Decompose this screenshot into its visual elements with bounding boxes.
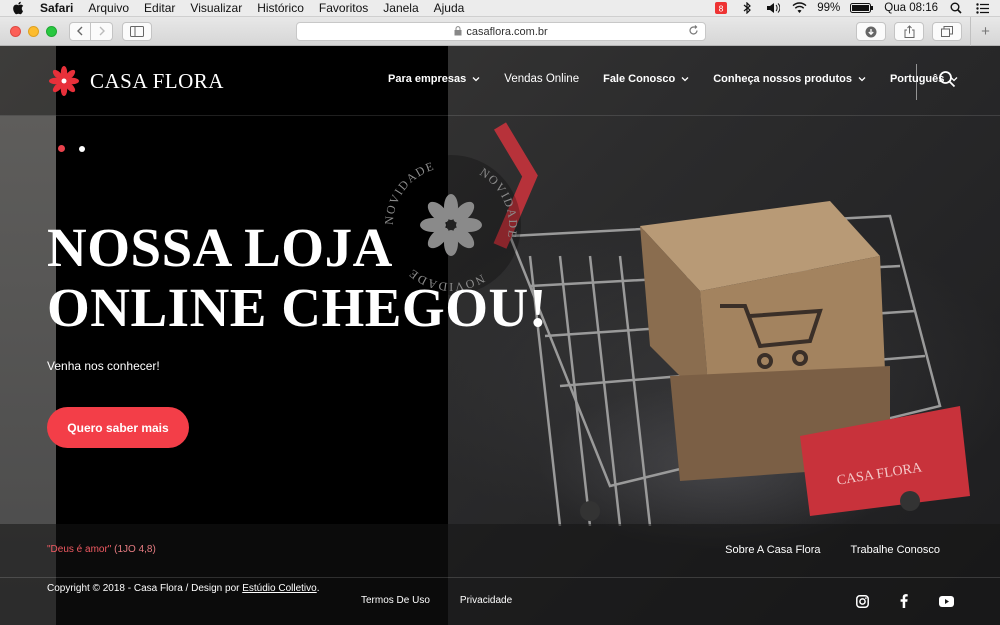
volume-icon[interactable] (765, 1, 781, 15)
menu-visualizar[interactable]: Visualizar (190, 1, 242, 15)
web-page: CASA FLORA CASA FLORA Para empresas Vend… (0, 46, 1000, 625)
apple-icon[interactable] (12, 1, 26, 15)
window-controls (10, 25, 57, 37)
search-icon (939, 71, 956, 88)
new-tab-button[interactable]: + (970, 17, 1000, 46)
instagram-icon[interactable] (854, 593, 870, 609)
tabs-icon (941, 26, 953, 37)
menu-historico[interactable]: Histórico (257, 1, 304, 15)
menu-editar[interactable]: Editar (144, 1, 175, 15)
back-button[interactable] (69, 21, 91, 41)
main-nav: Para empresas Vendas Online Fale Conosco… (388, 73, 982, 85)
chevron-left-icon (77, 26, 83, 36)
url-text: casaflora.com.br (466, 25, 548, 38)
social-links (854, 593, 954, 609)
adobe-icon[interactable]: 8 (713, 1, 729, 15)
chevron-right-icon (99, 26, 105, 36)
chevron-down-icon (681, 77, 689, 82)
flower-logo-icon (49, 66, 79, 96)
logo-text: CASA FLORA (90, 68, 224, 93)
toolbar-right-buttons (856, 22, 962, 41)
studio-link[interactable]: Estúdio Colletivo (242, 583, 316, 594)
download-icon (865, 26, 877, 37)
site-footer: "Deus é amor" (1JO 4,8) Sobre A Casa Flo… (0, 524, 1000, 625)
nav-para-empresas[interactable]: Para empresas (388, 73, 480, 85)
menubar-clock[interactable]: Qua 08:16 (884, 2, 938, 14)
chevron-down-icon (472, 77, 480, 82)
footer-link-termos[interactable]: Termos De Uso (361, 595, 430, 606)
svg-text:8: 8 (719, 5, 724, 14)
facebook-icon[interactable] (896, 593, 912, 609)
menu-janela[interactable]: Janela (383, 1, 418, 15)
nav-label: Fale Conosco (603, 73, 676, 85)
menu-ajuda[interactable]: Ajuda (434, 1, 465, 15)
hero-title-line2: ONLINE CHEGOU! (47, 277, 548, 338)
history-nav (69, 21, 113, 41)
search-button[interactable] (938, 70, 956, 88)
safari-toolbar: casaflora.com.br + (0, 17, 1000, 46)
lock-icon (454, 25, 462, 38)
menu-safari[interactable]: Safari (40, 1, 73, 15)
battery-icon[interactable] (850, 1, 874, 15)
site-header: CASA FLORA Para empresas Vendas Online F… (0, 46, 1000, 116)
quote-text: "Deus é amor" (47, 544, 112, 555)
youtube-icon[interactable] (938, 593, 954, 609)
hero-title: NOSSA LOJA ONLINE CHEGOU! (47, 218, 607, 338)
plus-icon: + (981, 23, 990, 40)
address-bar[interactable]: casaflora.com.br (296, 22, 706, 41)
wifi-icon[interactable] (791, 1, 807, 15)
zoom-window-button[interactable] (46, 25, 57, 37)
footer-copyright: Copyright © 2018 - Casa Flora / Design p… (47, 583, 320, 594)
chevron-down-icon (858, 77, 866, 82)
tabs-overview-button[interactable] (932, 22, 962, 41)
spotlight-icon[interactable] (948, 1, 964, 15)
nav-fale-conosco[interactable]: Fale Conosco (603, 73, 689, 85)
slide-dot-2[interactable] (79, 145, 85, 152)
site-logo[interactable]: CASA FLORA (48, 65, 224, 97)
footer-links-bottom: Termos De Uso Privacidade (361, 595, 512, 606)
footer-divider (0, 577, 1000, 578)
close-window-button[interactable] (10, 25, 21, 37)
slide-dot-1[interactable] (58, 145, 65, 152)
bluetooth-icon[interactable] (739, 1, 755, 15)
share-icon (904, 25, 914, 38)
share-button[interactable] (894, 22, 924, 41)
copyright-text: Copyright © 2018 - Casa Flora / Design p… (47, 583, 243, 594)
hero-title-line1: NOSSA LOJA (47, 217, 393, 278)
quote-reference: (1JO 4,8) (114, 544, 156, 555)
footer-link-trabalhe[interactable]: Trabalhe Conosco (851, 544, 940, 556)
notification-center-icon[interactable] (974, 1, 990, 15)
forward-button[interactable] (91, 21, 113, 41)
hero-subtitle: Venha nos conhecer! (47, 359, 160, 373)
nav-label: Vendas Online (504, 73, 580, 85)
battery-percent: 99% (817, 2, 841, 14)
footer-links-top: Sobre A Casa Flora Trabalhe Conosco (725, 544, 940, 556)
nav-conheca-produtos[interactable]: Conheça nossos produtos (713, 73, 866, 85)
nav-label: Conheça nossos produtos (713, 73, 852, 85)
slider-pagination (58, 145, 85, 152)
menubar-status-area: 8 99% Qua 08:16 (713, 1, 990, 15)
nav-label: Para empresas (388, 73, 467, 85)
minimize-window-button[interactable] (28, 25, 39, 37)
nav-divider (916, 64, 917, 100)
nav-vendas-online[interactable]: Vendas Online (504, 73, 579, 85)
menu-favoritos[interactable]: Favoritos (319, 1, 368, 15)
downloads-button[interactable] (856, 22, 886, 41)
copyright-end: . (316, 583, 320, 594)
menu-arquivo[interactable]: Arquivo (88, 1, 129, 15)
sidebar-icon (130, 25, 144, 37)
nav-label: Português (889, 73, 945, 85)
reload-icon[interactable] (688, 25, 699, 39)
footer-quote: "Deus é amor" (1JO 4,8) (47, 544, 156, 555)
sidebar-toggle-button[interactable] (122, 21, 152, 41)
macos-menubar: Safari Arquivo Editar Visualizar Históri… (0, 0, 1000, 17)
footer-link-sobre[interactable]: Sobre A Casa Flora (725, 544, 820, 556)
footer-link-privacidade[interactable]: Privacidade (460, 595, 512, 606)
quero-saber-mais-button[interactable]: Quero saber mais (47, 407, 189, 448)
